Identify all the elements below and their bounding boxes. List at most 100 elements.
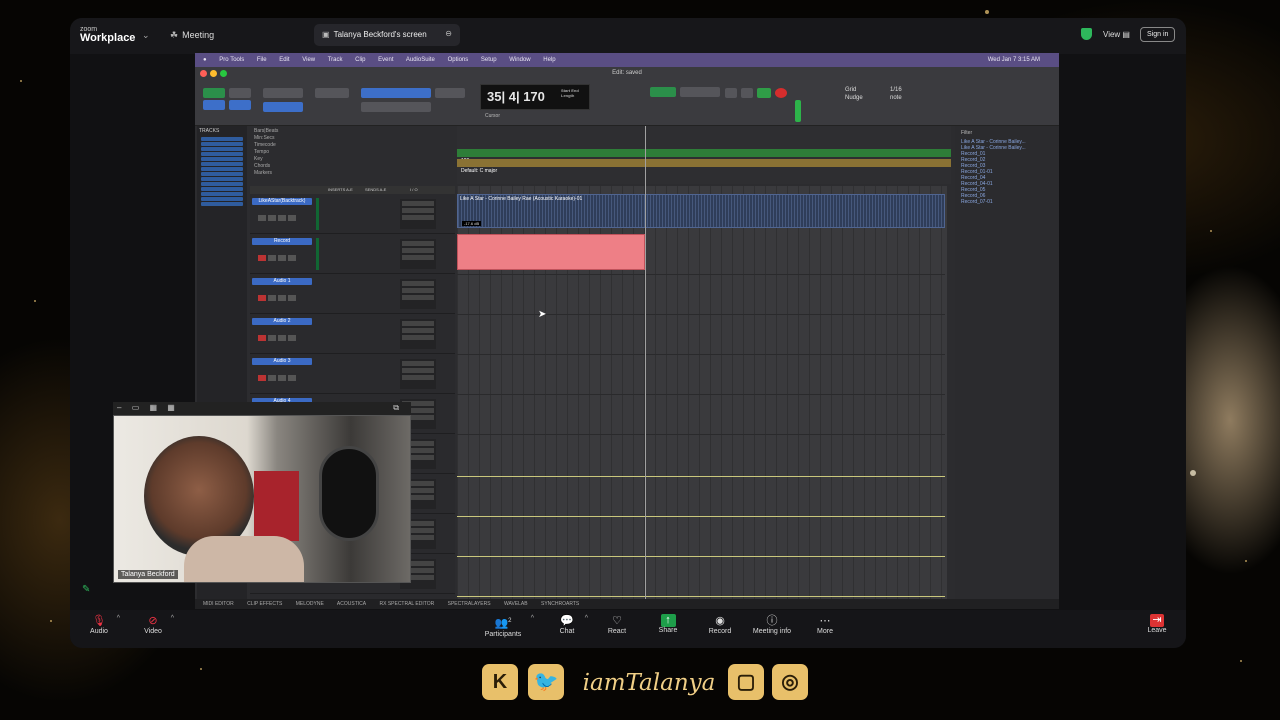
zoom-logo[interactable]: zoom Workplace bbox=[80, 25, 135, 44]
ruler-label[interactable]: Markers bbox=[254, 170, 446, 177]
transport-display[interactable] bbox=[680, 87, 720, 97]
bottom-tab[interactable]: ACOUSTICA bbox=[337, 601, 366, 607]
ruler-label[interactable]: Min:Secs bbox=[254, 135, 446, 142]
track-header[interactable]: Audio 2 bbox=[250, 316, 455, 354]
transport-mode[interactable] bbox=[650, 87, 676, 97]
participants-button[interactable]: 👥2 Participants ^ bbox=[478, 614, 534, 638]
menu-item[interactable]: Pro Tools bbox=[219, 57, 244, 63]
tracks-list-item[interactable] bbox=[201, 147, 243, 151]
bottom-tab[interactable]: SYNCHROARTS bbox=[541, 601, 579, 607]
bottom-tab[interactable]: SPECTRALAYERS bbox=[448, 601, 491, 607]
ruler-label[interactable]: Tempo bbox=[254, 149, 446, 156]
menu-item[interactable]: Edit bbox=[279, 57, 289, 63]
react-button[interactable]: ♡ React bbox=[592, 614, 642, 635]
stop-button[interactable] bbox=[741, 88, 753, 98]
zoom-presets[interactable] bbox=[263, 88, 303, 98]
annotate-icon[interactable]: ✎ bbox=[82, 584, 90, 595]
video-layout-icon[interactable]: ▭ bbox=[132, 403, 140, 412]
share-button[interactable]: ↑ Share bbox=[643, 614, 693, 634]
menu-item[interactable]: Clip bbox=[355, 57, 365, 63]
track-io[interactable] bbox=[400, 359, 436, 389]
track-io[interactable] bbox=[400, 199, 436, 229]
grid-nudge-panel[interactable]: Grid 1/16 note Nudge bbox=[845, 86, 902, 102]
tracks-list-item[interactable] bbox=[201, 177, 243, 181]
track-io[interactable] bbox=[400, 279, 436, 309]
twitter-icon[interactable]: 🐦 bbox=[528, 664, 564, 700]
menu-item[interactable]: AudioSuite bbox=[406, 57, 435, 63]
edit-mode-button[interactable] bbox=[203, 100, 225, 110]
automation-line[interactable] bbox=[457, 596, 945, 597]
track-header[interactable]: Audio 3 bbox=[250, 356, 455, 394]
key-ruler[interactable]: Default: C major bbox=[457, 159, 951, 174]
gallery-icon[interactable]: ▦ bbox=[167, 403, 175, 412]
menu-item[interactable]: View bbox=[302, 57, 315, 63]
track-buttons[interactable] bbox=[258, 328, 304, 341]
twitch-icon[interactable]: ▢ bbox=[728, 664, 764, 700]
menu-item[interactable]: Track bbox=[328, 57, 343, 63]
menu-item[interactable]: Options bbox=[448, 57, 469, 63]
meeting-info-button[interactable]: ⓘ Meeting info bbox=[747, 614, 797, 635]
track-header[interactable]: Audio 1 bbox=[250, 276, 455, 314]
tracks-list-item[interactable] bbox=[201, 152, 243, 156]
track-io[interactable] bbox=[400, 239, 436, 269]
tracks-list-item[interactable] bbox=[201, 137, 243, 141]
tracks-list-item[interactable] bbox=[201, 192, 243, 196]
tempo-ruler[interactable]: 120 bbox=[457, 149, 951, 164]
automation-line[interactable] bbox=[457, 556, 945, 557]
track-buttons[interactable] bbox=[258, 208, 304, 221]
tracks-list-item[interactable] bbox=[201, 202, 243, 206]
track-name[interactable]: Audio 3 bbox=[252, 358, 312, 365]
automation-line[interactable] bbox=[457, 476, 945, 477]
chevron-up-icon[interactable]: ^ bbox=[117, 615, 120, 622]
track-name[interactable]: Audio 1 bbox=[252, 278, 312, 285]
track-header[interactable]: LikeAStar(Backtrack) bbox=[250, 196, 455, 234]
view-button[interactable]: View ▤ bbox=[1103, 30, 1130, 39]
tracks-list-item[interactable] bbox=[201, 142, 243, 146]
track-buttons[interactable] bbox=[258, 248, 304, 261]
minimize-icon[interactable]: – bbox=[117, 403, 121, 412]
recording-clip[interactable] bbox=[457, 234, 645, 270]
screen-share-tab[interactable]: ▣ Talanya Beckford's screen ⊖ bbox=[314, 24, 460, 46]
ruler-label[interactable]: Timecode bbox=[254, 142, 446, 149]
video-options-icon[interactable]: ⧉ bbox=[393, 403, 399, 413]
edit-mode-button[interactable] bbox=[229, 88, 251, 98]
menu-item[interactable]: Window bbox=[509, 57, 530, 63]
playhead[interactable] bbox=[645, 126, 646, 609]
track-buttons[interactable] bbox=[258, 368, 304, 381]
close-window-icon[interactable] bbox=[200, 70, 207, 77]
edit-window-timeline[interactable]: Like A Star - Corinne Bailey Rae (Acoust… bbox=[457, 186, 947, 609]
video-button[interactable]: ⊘ Video ^ bbox=[128, 614, 178, 635]
bottom-tab[interactable]: MIDI EDITOR bbox=[203, 601, 234, 607]
ruler-label[interactable]: Key bbox=[254, 156, 446, 163]
zoom-tool-button[interactable] bbox=[315, 88, 349, 98]
menu-item[interactable]: File bbox=[257, 57, 267, 63]
ruler-label[interactable]: Bars|Beats bbox=[254, 128, 446, 135]
tracks-list-item[interactable] bbox=[201, 182, 243, 186]
automation-line[interactable] bbox=[457, 516, 945, 517]
menu-item[interactable]: Setup bbox=[481, 57, 497, 63]
edit-mode-button[interactable] bbox=[203, 88, 225, 98]
bottom-tab[interactable]: MELODYNE bbox=[296, 601, 324, 607]
chevron-up-icon[interactable]: ^ bbox=[531, 615, 534, 622]
minimize-window-icon[interactable] bbox=[210, 70, 217, 77]
chevron-up-icon[interactable]: ^ bbox=[171, 615, 174, 622]
clip-list-item[interactable]: Record_07-01 bbox=[961, 199, 1053, 205]
leave-button[interactable]: ⇥ Leave bbox=[1132, 614, 1182, 634]
stop-share-icon[interactable]: ⊖ bbox=[445, 29, 452, 38]
tracks-list-item[interactable] bbox=[201, 197, 243, 201]
webcam-video[interactable]: Talanya Beckford bbox=[113, 415, 411, 583]
track-name[interactable]: Record bbox=[252, 238, 312, 245]
tracks-list-item[interactable] bbox=[201, 162, 243, 166]
more-button[interactable]: ⋯ More bbox=[800, 614, 850, 635]
tracks-list-item[interactable] bbox=[201, 157, 243, 161]
sign-in-button[interactable]: Sign in bbox=[1140, 27, 1176, 42]
audio-button[interactable]: 🎙 Audio ^ bbox=[74, 614, 124, 635]
edit-mode-button[interactable] bbox=[229, 100, 251, 110]
ruler-label[interactable]: Chords bbox=[254, 163, 446, 170]
chevron-up-icon[interactable]: ^ bbox=[585, 615, 588, 622]
kick-icon[interactable]: K bbox=[482, 664, 518, 700]
main-counter[interactable]: 35| 4| 170 Start End Length bbox=[480, 84, 590, 110]
track-buttons[interactable] bbox=[258, 288, 304, 301]
edit-tools[interactable] bbox=[361, 102, 431, 112]
track-io[interactable] bbox=[400, 319, 436, 349]
